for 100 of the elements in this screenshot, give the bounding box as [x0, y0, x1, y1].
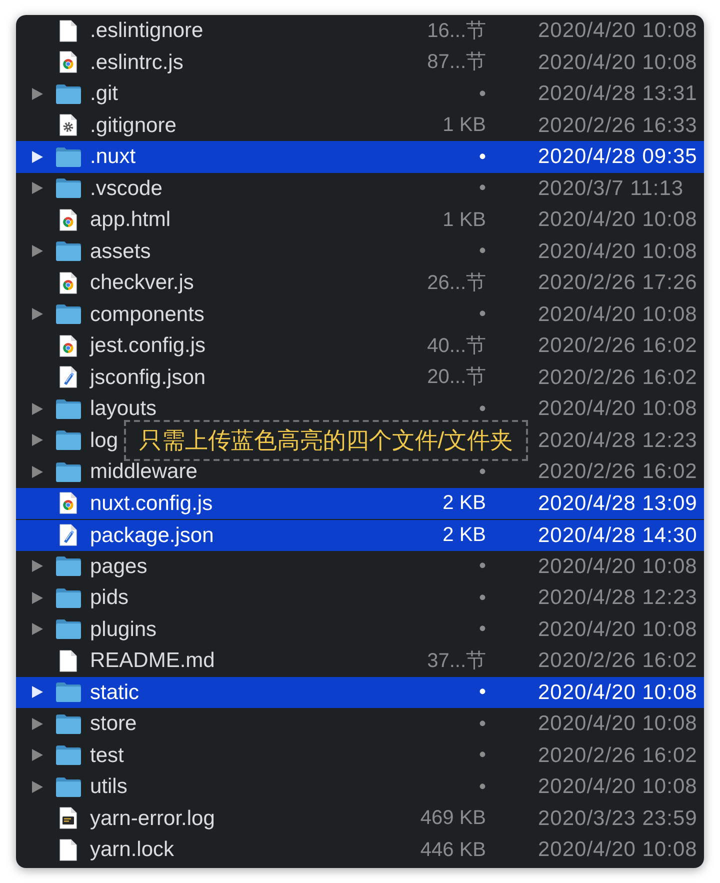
file-name: pids — [90, 586, 129, 610]
file-size: 1 KB — [442, 210, 486, 230]
file-name: pages — [90, 554, 148, 578]
disclosure-triangle-icon[interactable] — [32, 88, 43, 100]
disclosure-triangle-icon[interactable] — [32, 592, 43, 604]
disclosure-triangle-icon[interactable] — [32, 749, 43, 762]
file-row[interactable]: app.html 1 KB 2020/4/20 10:08 — [16, 204, 704, 236]
file-row[interactable]: components • 2020/4/20 10:08 — [16, 298, 704, 330]
folder-icon — [56, 556, 80, 576]
folder-icon — [56, 84, 80, 104]
folder-icon — [56, 588, 80, 608]
file-size: 2 KB — [442, 525, 486, 546]
file-row[interactable]: README.md 37...节 2020/2/26 16:02 — [16, 645, 704, 676]
disclosure-triangle-icon[interactable] — [32, 150, 43, 163]
modified-date: 2020/4/28 14:30 — [538, 524, 698, 547]
file-row[interactable]: plugins • 2020/4/20 10:08 — [16, 614, 704, 645]
disclosure-triangle-icon[interactable] — [32, 623, 43, 636]
modified-date: 2020/3/7 11:13 — [538, 176, 684, 200]
file-row[interactable]: pages • 2020/4/20 10:08 — [16, 550, 704, 582]
modified-date: 2020/2/26 16:02 — [538, 744, 698, 767]
file-row[interactable]: .nuxt • 2020/4/28 09:35 — [16, 141, 704, 172]
file-size: 87...节 — [427, 52, 486, 72]
modified-date: 2020/4/28 09:35 — [538, 145, 698, 168]
modified-date: 2020/2/26 17:26 — [538, 271, 698, 294]
file-name: middleware — [90, 460, 198, 484]
file-size: • — [478, 398, 486, 419]
modified-date: 2020/2/26 16:02 — [538, 649, 698, 672]
disclosure-triangle-icon[interactable] — [32, 686, 43, 698]
file-row[interactable]: .vscode • 2020/3/7 11:13 — [16, 172, 704, 204]
disclosure-triangle-icon[interactable] — [32, 308, 43, 320]
modified-date: 2020/4/28 13:31 — [538, 82, 698, 106]
file-name: package.json — [90, 524, 214, 547]
disclosure-triangle-icon[interactable] — [32, 434, 43, 446]
file-row[interactable]: pids • 2020/4/28 12:23 — [16, 582, 704, 614]
logo-file-icon — [58, 208, 78, 231]
gear-file-icon — [58, 114, 78, 136]
file-row[interactable]: .eslintignore 16...节 2020/4/20 10:08 — [16, 15, 704, 46]
disclosure-triangle-icon[interactable] — [32, 182, 43, 194]
modified-date: 2020/2/26 16:33 — [538, 114, 698, 137]
folder-icon — [56, 430, 80, 450]
file-size: 16...节 — [427, 20, 486, 41]
file-icon — [58, 20, 78, 42]
modified-date: 2020/2/26 16:02 — [538, 334, 698, 358]
folder-icon — [56, 714, 80, 734]
file-name: yarn-error.log — [90, 806, 215, 830]
file-row[interactable]: .gitignore 1 KB 2020/2/26 16:33 — [16, 110, 704, 141]
modified-date: 2020/4/28 13:09 — [538, 492, 698, 515]
file-size: • — [478, 146, 486, 167]
file-size: • — [478, 682, 486, 702]
file-name: yarn.lock — [90, 838, 174, 862]
file-row[interactable]: jest.config.js 40...节 2020/2/26 16:02 — [16, 330, 704, 362]
folder-icon — [56, 178, 80, 198]
modified-date: 2020/4/20 10:08 — [538, 19, 698, 42]
disclosure-triangle-icon[interactable] — [32, 560, 43, 572]
file-row[interactable]: store • 2020/4/20 10:08 — [16, 708, 704, 740]
file-row[interactable]: yarn.lock 446 KB 2020/4/20 10:08 — [16, 834, 704, 866]
file-name: .nuxt — [90, 145, 136, 168]
console-file-icon — [58, 807, 78, 830]
file-row[interactable]: jsconfig.json 20...节 2020/2/26 16:02 — [16, 362, 704, 393]
folder-icon — [56, 304, 80, 324]
file-name: log — [90, 428, 118, 452]
file-size: • — [478, 462, 486, 482]
file-size: • — [478, 241, 486, 262]
file-row[interactable]: .git • 2020/4/28 13:31 — [16, 78, 704, 110]
file-name: jest.config.js — [90, 334, 206, 358]
file-name: nuxt.config.js — [90, 492, 213, 515]
file-row[interactable]: package.json 2 KB 2020/4/28 14:30 — [16, 519, 704, 550]
file-size: 446 KB — [420, 840, 486, 860]
disclosure-triangle-icon[interactable] — [32, 402, 43, 415]
file-row[interactable]: yarn-error.log 469 KB 2020/3/23 23:59 — [16, 802, 704, 834]
disclosure-triangle-icon[interactable] — [32, 466, 43, 478]
file-row[interactable]: test • 2020/2/26 16:02 — [16, 740, 704, 771]
modified-date: 2020/4/20 10:08 — [538, 554, 698, 578]
modified-date: 2020/4/20 10:08 — [538, 838, 698, 862]
folder-icon — [56, 776, 80, 797]
modified-date: 2020/2/26 16:02 — [538, 366, 698, 389]
modified-date: 2020/3/23 23:59 — [538, 806, 698, 830]
file-row[interactable]: nuxt.config.js 2 KB 2020/4/28 13:09 — [16, 488, 704, 519]
file-row[interactable]: static • 2020/4/20 10:08 — [16, 676, 704, 708]
disclosure-triangle-icon[interactable] — [32, 245, 43, 258]
file-size: • — [478, 588, 486, 608]
file-name: README.md — [90, 649, 215, 672]
folder-icon — [56, 241, 80, 262]
modified-date: 2020/4/20 10:08 — [538, 302, 698, 326]
file-name: .vscode — [90, 176, 162, 200]
file-size: 469 KB — [420, 808, 486, 828]
file-row[interactable]: checkver.js 26...节 2020/2/26 17:26 — [16, 267, 704, 298]
file-row[interactable]: utils • 2020/4/20 10:08 — [16, 771, 704, 802]
file-row[interactable]: .eslintrc.js 87...节 2020/4/20 10:08 — [16, 46, 704, 78]
modified-date: 2020/4/20 10:08 — [538, 240, 698, 263]
disclosure-triangle-icon[interactable] — [32, 718, 43, 730]
modified-date: 2020/4/20 10:08 — [538, 397, 698, 420]
file-name: test — [90, 744, 124, 767]
file-icon — [58, 838, 78, 861]
file-size: 40...节 — [427, 336, 486, 356]
annotation-tooltip: 只需上传蓝色高亮的四个文件/文件夹 — [124, 420, 528, 461]
disclosure-triangle-icon[interactable] — [32, 780, 43, 793]
file-size: 2 KB — [442, 493, 486, 514]
file-name: static — [90, 680, 140, 704]
file-row[interactable]: assets • 2020/4/20 10:08 — [16, 236, 704, 267]
